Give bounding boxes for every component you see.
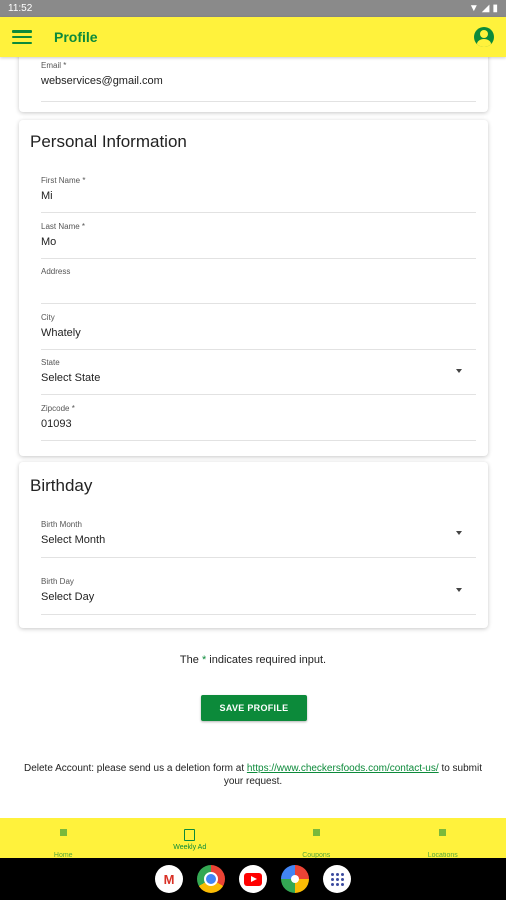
account-circle-icon[interactable]	[474, 27, 494, 47]
contact-us-link[interactable]: https://www.checkersfoods.com/contact-us…	[247, 763, 439, 774]
app-bar: Profile	[0, 17, 506, 57]
photos-icon[interactable]	[281, 865, 309, 893]
first-name-field[interactable]: First Name * Mi	[41, 168, 476, 213]
dropdown-arrow-icon	[456, 588, 462, 592]
birth-day-value: Select Day	[41, 591, 95, 603]
hamburger-menu-icon[interactable]	[12, 30, 32, 44]
account-card: Email * webservices@gmail.com	[19, 57, 488, 112]
dropdown-arrow-icon	[456, 369, 462, 373]
nav-item-home[interactable]: Home	[0, 818, 127, 859]
required-note: The * indicates required input.	[179, 654, 327, 666]
youtube-icon[interactable]	[239, 865, 267, 893]
dropdown-arrow-icon	[456, 531, 462, 535]
city-value: Whately	[41, 327, 81, 339]
page-title: Profile	[54, 29, 98, 45]
birth-month-value: Select Month	[41, 534, 106, 546]
scissors-icon	[312, 829, 320, 836]
email-field[interactable]: Email * webservices@gmail.com	[41, 57, 476, 102]
signal-icon: ◢	[481, 3, 490, 14]
birth-day-select[interactable]: Birth Day Select Day	[41, 569, 476, 615]
personal-information-title: Personal Information	[30, 132, 187, 151]
save-profile-button[interactable]: SAVE PROFILE	[201, 695, 307, 721]
first-name-value: Mi	[41, 190, 53, 202]
battery-icon: ▮	[492, 3, 498, 14]
nav-item-locations[interactable]: Locations	[380, 818, 506, 859]
bottom-navigation: Home Weekly Ad Coupons Locations	[0, 818, 506, 859]
required-marker: *	[201, 654, 207, 666]
app-drawer-icon[interactable]	[323, 865, 351, 893]
last-name-value: Mo	[41, 236, 57, 248]
last-name-label: Last Name	[41, 222, 80, 231]
birth-day-label: Birth Day	[41, 577, 74, 586]
required-marker: *	[63, 61, 67, 70]
personal-information-card: Personal Information First Name * Mi Las…	[19, 120, 488, 456]
system-taskbar: M	[0, 858, 506, 900]
birth-month-select[interactable]: Birth Month Select Month	[41, 512, 476, 558]
email-value: webservices@gmail.com	[41, 75, 163, 87]
zipcode-label: Zipcode	[41, 404, 70, 413]
home-icon	[59, 829, 67, 836]
birthday-title: Birthday	[30, 476, 93, 495]
first-name-label: First Name	[41, 176, 81, 185]
state-label: State	[41, 358, 60, 367]
zipcode-value: 01093	[41, 418, 72, 430]
state-value: Select State	[41, 372, 101, 384]
address-field[interactable]: Address	[41, 259, 476, 304]
birthday-card: Birthday Birth Month Select Month Birth …	[19, 462, 488, 628]
status-time: 11:52	[8, 3, 33, 14]
address-label: Address	[41, 267, 71, 276]
wifi-icon: ▼	[468, 3, 479, 14]
required-marker: *	[71, 404, 75, 413]
nav-item-weekly-ad[interactable]: Weekly Ad	[127, 818, 254, 858]
city-field[interactable]: City Whately	[41, 305, 476, 350]
profile-form[interactable]: Email * webservices@gmail.com Personal I…	[0, 57, 506, 818]
email-label: Email	[41, 61, 62, 70]
status-bar: 11:52 ▼ ◢ ▮	[0, 0, 506, 17]
location-pin-icon	[439, 829, 447, 836]
required-marker: *	[81, 222, 86, 231]
last-name-field[interactable]: Last Name * Mo	[41, 214, 476, 259]
gmail-icon[interactable]: M	[155, 865, 183, 893]
nav-item-coupons[interactable]: Coupons	[253, 818, 380, 859]
required-marker: *	[82, 176, 86, 185]
delete-account-note: Delete Account: please send us a deletio…	[23, 763, 483, 787]
city-label: City	[41, 313, 55, 322]
state-select[interactable]: State Select State	[41, 350, 476, 395]
birth-month-label: Birth Month	[41, 520, 82, 529]
status-icons: ▼ ◢ ▮	[469, 3, 498, 14]
newspaper-icon	[184, 829, 196, 841]
zipcode-field[interactable]: Zipcode * 01093	[41, 396, 476, 441]
chrome-icon[interactable]	[197, 865, 225, 893]
